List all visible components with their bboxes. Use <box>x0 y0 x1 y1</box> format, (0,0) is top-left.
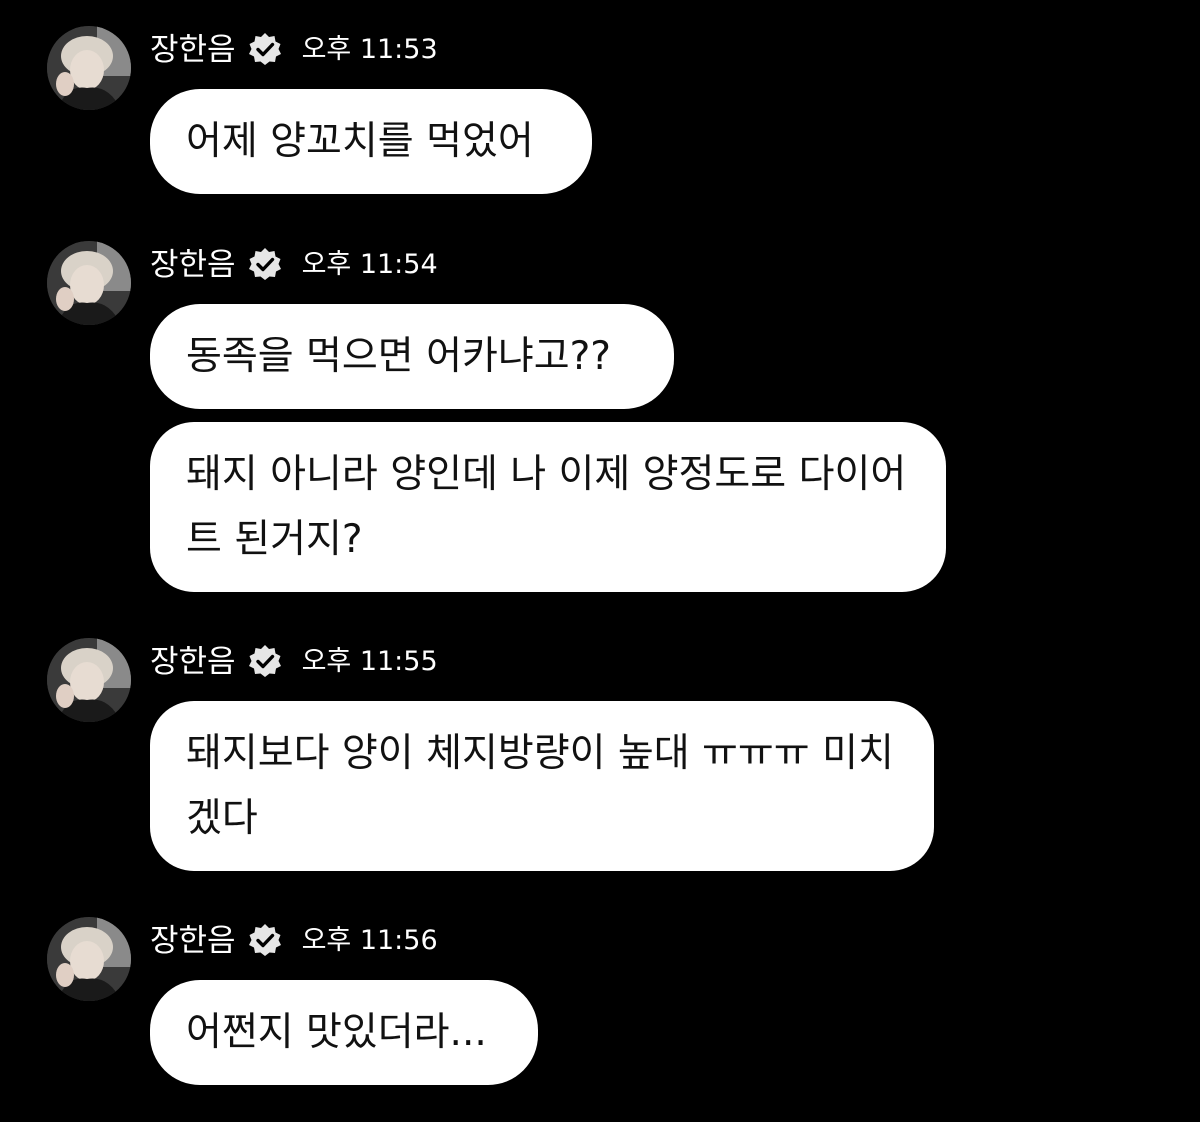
sender-name[interactable]: 장한음 <box>150 640 236 684</box>
avatar[interactable] <box>47 917 131 1001</box>
message-header: 장한음 오후 11:56 <box>150 919 438 963</box>
message-text: 어제 양꼬치를 먹었어 <box>186 119 534 164</box>
message-bubble[interactable]: 어쩐지 맛있더라... <box>150 980 538 1085</box>
message-timestamp: 오후 11:55 <box>301 646 438 677</box>
message-bubble[interactable]: 돼지 아니라 양인데 나 이제 양정도로 다이어트 된거지? <box>150 422 946 592</box>
avatar[interactable] <box>47 241 131 325</box>
message-timestamp: 오후 11:56 <box>301 925 438 956</box>
message-bubble[interactable]: 돼지보다 양이 체지방량이 높대 ㅠㅠㅠ 미치겠다 <box>150 701 934 871</box>
message-header: 장한음 오후 11:55 <box>150 640 438 684</box>
verified-badge-icon <box>246 643 284 681</box>
sender-name[interactable]: 장한음 <box>150 28 236 72</box>
message-header: 장한음 오후 11:54 <box>150 243 438 287</box>
verified-badge-icon <box>246 922 284 960</box>
message-timestamp: 오후 11:53 <box>301 34 438 65</box>
message-text: 어쩐지 맛있더라... <box>186 1010 487 1055</box>
message-timestamp: 오후 11:54 <box>301 249 438 280</box>
chat-thread: 장한음 오후 11:53 어제 양꼬치를 먹었어 장한음 오후 11:54 동족… <box>0 0 1200 1122</box>
message-text: 동족을 먹으면 어카냐고?? <box>186 334 611 379</box>
message-bubble[interactable]: 동족을 먹으면 어카냐고?? <box>150 304 674 409</box>
verified-badge-icon <box>246 31 284 69</box>
message-header: 장한음 오후 11:53 <box>150 28 438 72</box>
sender-name[interactable]: 장한음 <box>150 919 236 963</box>
avatar[interactable] <box>47 638 131 722</box>
avatar[interactable] <box>47 26 131 110</box>
verified-badge-icon <box>246 246 284 284</box>
sender-name[interactable]: 장한음 <box>150 243 236 287</box>
message-bubble[interactable]: 어제 양꼬치를 먹었어 <box>150 89 592 194</box>
message-text: 돼지 아니라 양인데 나 이제 양정도로 다이어트 된거지? <box>186 452 907 562</box>
message-text: 돼지보다 양이 체지방량이 높대 ㅠㅠㅠ 미치겠다 <box>186 731 894 841</box>
